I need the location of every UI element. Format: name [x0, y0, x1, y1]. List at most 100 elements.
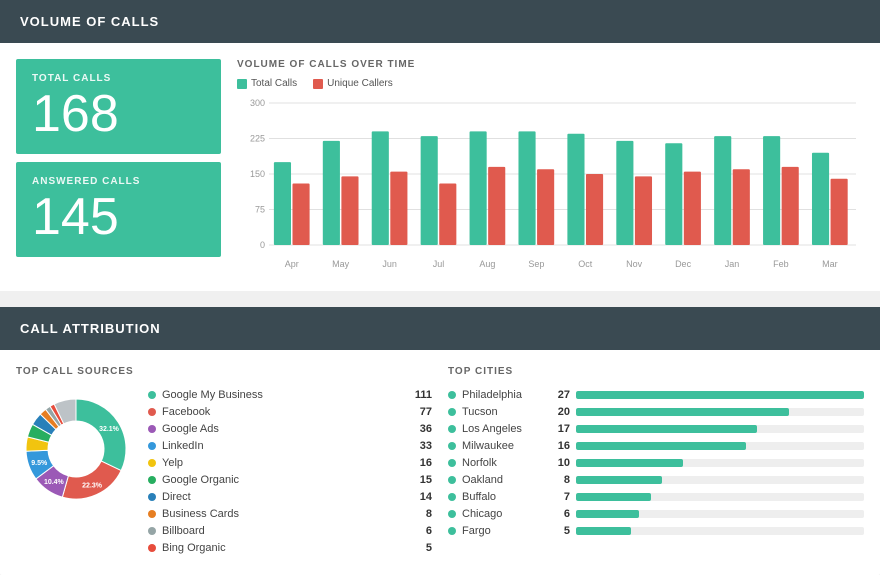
city-name: Fargo [462, 525, 542, 537]
source-name: Google Organic [162, 474, 402, 486]
city-count: 7 [548, 491, 570, 503]
city-bar [576, 459, 683, 467]
bar-chart: 075150225300AprMayJunJulAugSepOctNovDecJ… [237, 95, 864, 275]
source-count: 111 [408, 389, 432, 401]
source-name: Business Cards [162, 508, 402, 520]
city-name: Buffalo [462, 491, 542, 503]
svg-text:150: 150 [250, 169, 265, 179]
city-count: 16 [548, 440, 570, 452]
source-name: LinkedIn [162, 440, 402, 452]
city-bar-container [576, 408, 864, 416]
city-bar-container [576, 459, 864, 467]
answered-calls-box: ANSWERED CALLS 145 [16, 162, 221, 257]
city-count: 5 [548, 525, 570, 537]
svg-text:225: 225 [250, 134, 265, 144]
svg-text:22.3%: 22.3% [82, 483, 103, 490]
svg-text:Mar: Mar [822, 259, 838, 269]
source-count: 8 [408, 508, 432, 520]
attribution-header: CALL ATTRIBUTION [0, 307, 880, 350]
source-name: Direct [162, 491, 402, 503]
source-dot [148, 544, 156, 552]
svg-text:Jul: Jul [433, 259, 445, 269]
city-name: Milwaukee [462, 440, 542, 452]
city-bar-container [576, 527, 864, 535]
donut-svg: 32.1%22.3%10.4%9.5% [16, 389, 136, 509]
legend-total: Total Calls [237, 78, 297, 89]
legend-total-label: Total Calls [251, 78, 297, 89]
city-name: Chicago [462, 508, 542, 520]
answered-calls-label: ANSWERED CALLS [32, 176, 205, 187]
source-dot [148, 425, 156, 433]
source-name: Bing Organic [162, 542, 402, 554]
city-dot [448, 442, 456, 450]
source-row: Google Organic 15 [148, 474, 432, 486]
city-bar-container [576, 391, 864, 399]
source-row: Direct 14 [148, 491, 432, 503]
source-row: Yelp 16 [148, 457, 432, 469]
city-row: Tucson 20 [448, 406, 864, 418]
source-dot [148, 442, 156, 450]
svg-text:Oct: Oct [578, 259, 593, 269]
city-bar [576, 391, 864, 399]
source-row: Billboard 6 [148, 525, 432, 537]
volume-section: VOLUME OF CALLS TOTAL CALLS 168 ANSWERED… [0, 0, 880, 291]
legend-total-dot [237, 79, 247, 89]
source-dot [148, 493, 156, 501]
city-name: Oakland [462, 474, 542, 486]
city-bar [576, 527, 631, 535]
donut-chart: 32.1%22.3%10.4%9.5% [16, 389, 136, 509]
sources-list: Google My Business 111 Facebook 77 Googl… [148, 389, 432, 559]
city-bar [576, 408, 789, 416]
source-count: 6 [408, 525, 432, 537]
svg-text:0: 0 [260, 240, 265, 250]
svg-text:Jun: Jun [382, 259, 397, 269]
source-count: 5 [408, 542, 432, 554]
source-name: Google My Business [162, 389, 402, 401]
city-name: Los Angeles [462, 423, 542, 435]
city-row: Philadelphia 27 [448, 389, 864, 401]
svg-text:10.4%: 10.4% [44, 479, 65, 486]
total-calls-value: 168 [32, 88, 205, 140]
city-count: 10 [548, 457, 570, 469]
source-dot [148, 527, 156, 535]
source-dot [148, 408, 156, 416]
source-count: 36 [408, 423, 432, 435]
source-row: Business Cards 8 [148, 508, 432, 520]
city-bar [576, 510, 639, 518]
source-count: 16 [408, 457, 432, 469]
legend-unique: Unique Callers [313, 78, 393, 89]
city-bar-container [576, 476, 864, 484]
city-bar [576, 476, 662, 484]
sources-title: TOP CALL SOURCES [16, 366, 432, 377]
total-calls-label: TOTAL CALLS [32, 73, 205, 84]
legend-unique-label: Unique Callers [327, 78, 393, 89]
svg-text:Dec: Dec [675, 259, 692, 269]
city-row: Chicago 6 [448, 508, 864, 520]
source-count: 77 [408, 406, 432, 418]
attribution-section: CALL ATTRIBUTION TOP CALL SOURCES 32.1% 2… [0, 307, 880, 575]
svg-text:75: 75 [255, 205, 265, 215]
stats-column: TOTAL CALLS 168 ANSWERED CALLS 145 [16, 59, 221, 275]
city-dot [448, 459, 456, 467]
city-name: Norfolk [462, 457, 542, 469]
city-row: Oakland 8 [448, 474, 864, 486]
call-sources: TOP CALL SOURCES 32.1%22.3%10.4%9.5% Goo… [16, 366, 432, 559]
source-row: Facebook 77 [148, 406, 432, 418]
svg-text:Nov: Nov [626, 259, 643, 269]
svg-text:Jan: Jan [725, 259, 740, 269]
source-row: Google My Business 111 [148, 389, 432, 401]
source-name: Facebook [162, 406, 402, 418]
svg-text:Apr: Apr [285, 259, 299, 269]
volume-header: VOLUME OF CALLS [0, 0, 880, 43]
city-bar-container [576, 442, 864, 450]
source-row: Bing Organic 5 [148, 542, 432, 554]
total-calls-box: TOTAL CALLS 168 [16, 59, 221, 154]
city-row: Buffalo 7 [448, 491, 864, 503]
svg-text:32.1%: 32.1% [99, 426, 120, 433]
source-dot [148, 459, 156, 467]
source-name: Yelp [162, 457, 402, 469]
svg-text:Feb: Feb [773, 259, 789, 269]
svg-text:300: 300 [250, 98, 265, 108]
cities-list: Philadelphia 27 Tucson 20 Los Angeles 17… [448, 389, 864, 537]
city-count: 27 [548, 389, 570, 401]
